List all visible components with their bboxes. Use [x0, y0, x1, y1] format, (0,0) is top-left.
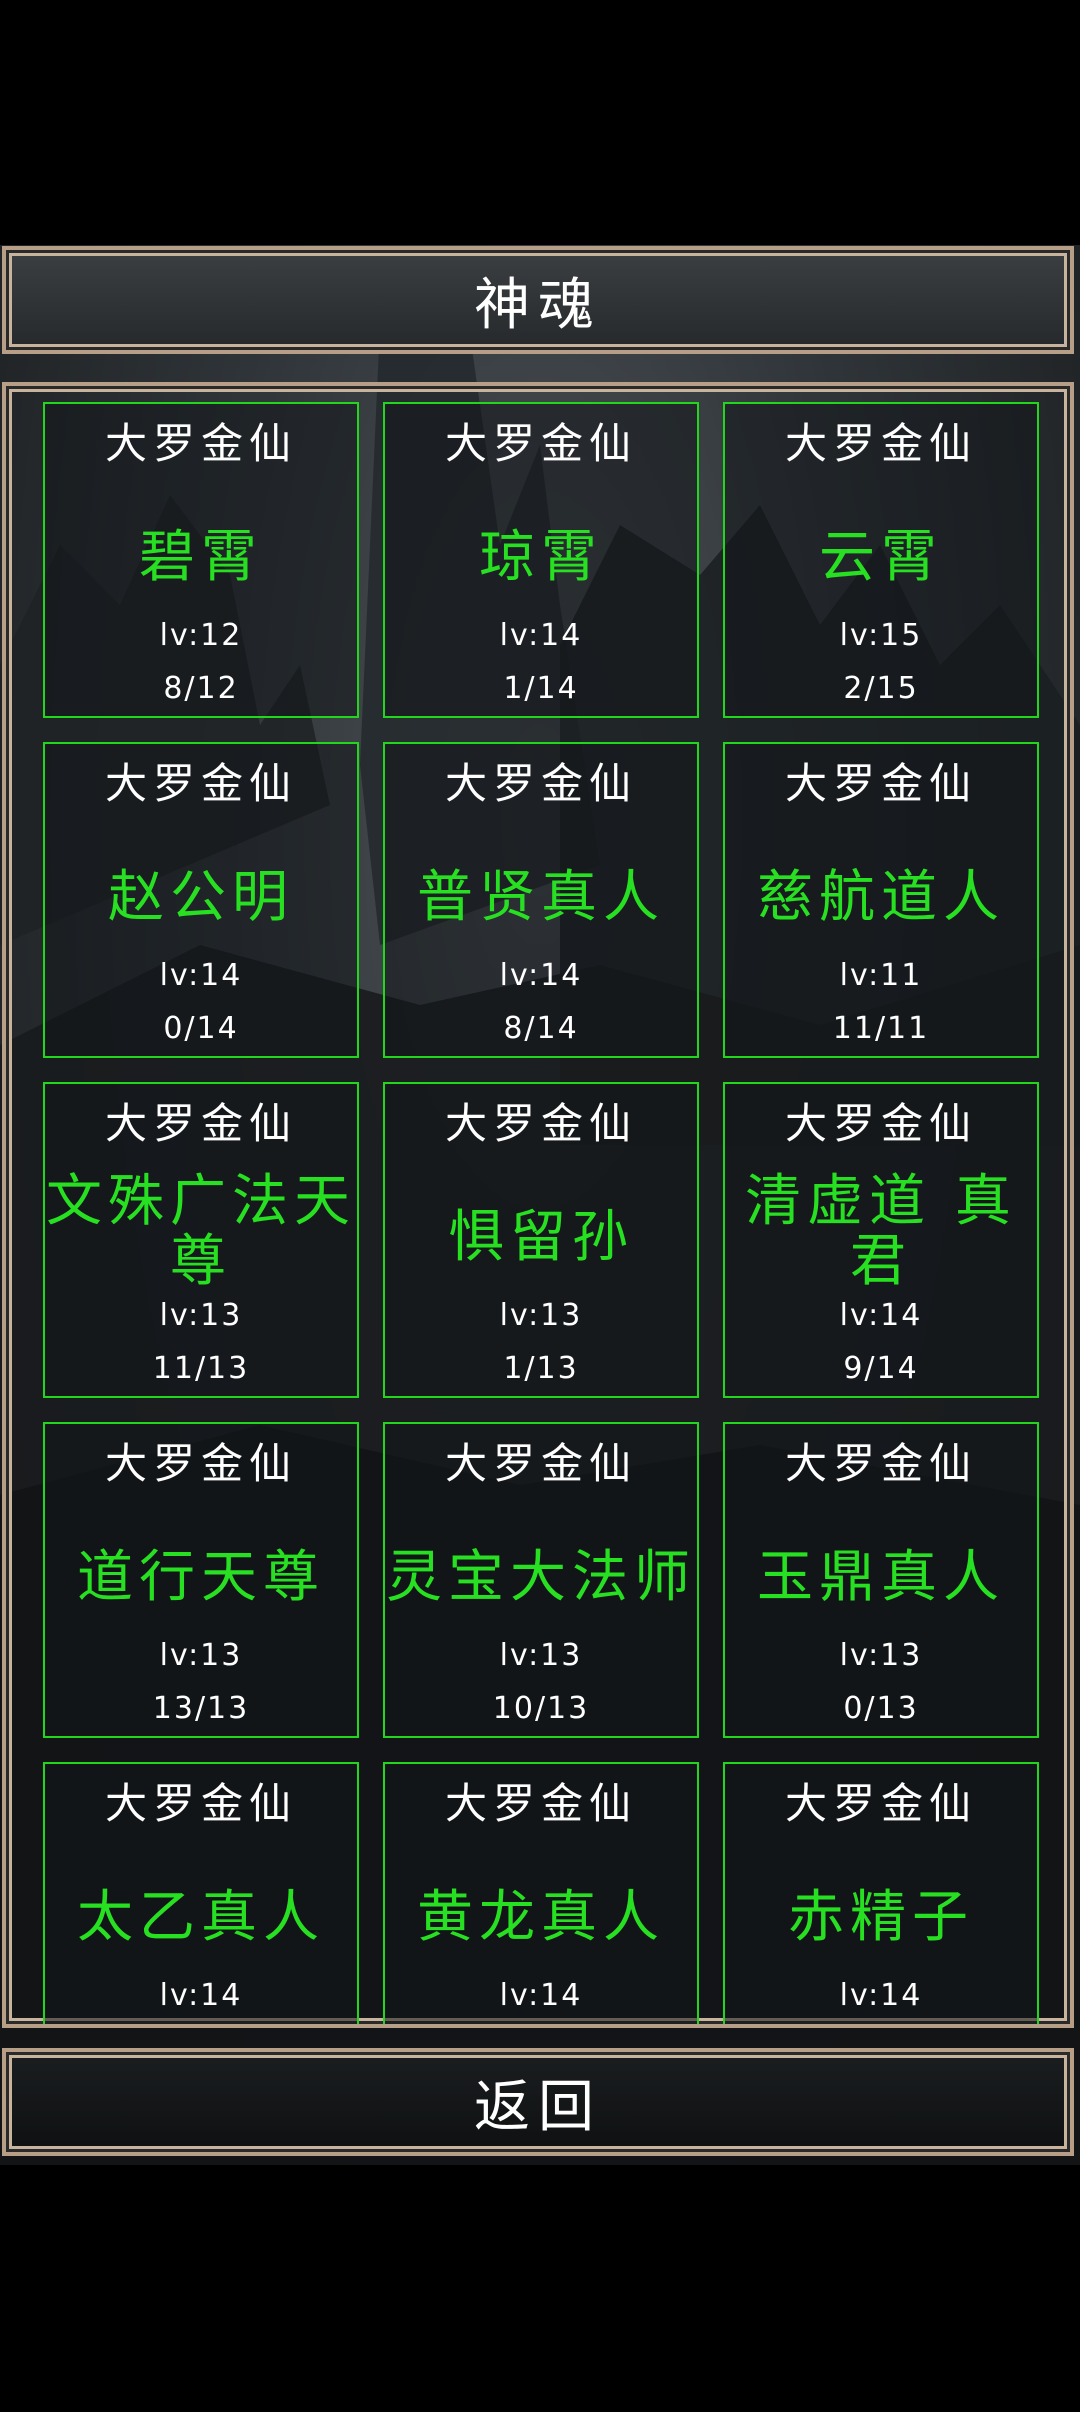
card-count: 8/14: [503, 1011, 579, 1046]
card-name: 玉鼎真人: [757, 1545, 1005, 1610]
card-level: lv:14: [839, 1298, 923, 1333]
card-level: lv:13: [499, 1298, 583, 1333]
card-name: 碧霄: [139, 525, 263, 590]
card-name: 太乙真人: [77, 1885, 325, 1950]
card-name: 黄龙真人: [417, 1885, 665, 1950]
card-rank: 大罗金仙: [444, 759, 637, 808]
card-name: 云霄: [819, 525, 943, 590]
soul-card-grid: 大罗金仙 碧霄 lv:12 8/12 大罗金仙 琼霄 lv:14 1/14 大罗金仙 云霄 lv:1…: [6, 386, 1070, 2024]
soul-card[interactable]: 大罗金仙灵宝大法师 lv:13 10/13: [383, 1422, 699, 1738]
soul-card[interactable]: 大罗金仙太乙真人 lv:14: [43, 1762, 359, 2024]
card-level: lv:11: [839, 958, 923, 993]
card-name: 赵公明: [108, 865, 294, 930]
card-rank: 大罗金仙: [444, 419, 637, 468]
card-rank: 大罗金仙: [104, 1779, 297, 1828]
card-count: 8/12: [163, 671, 239, 706]
card-name: 清虚道 真君: [745, 1169, 1017, 1294]
soul-card[interactable]: 大罗金仙惧留孙 lv:13 1/13: [383, 1082, 699, 1398]
card-name: 惧留孙: [448, 1205, 634, 1270]
card-level: lv:14: [839, 1978, 923, 2013]
soul-card[interactable]: 大罗金仙赤精子 lv:14: [723, 1762, 1039, 2024]
card-level: lv:12: [159, 618, 243, 653]
card-count: 13/13: [152, 1691, 250, 1726]
page-title: 神魂: [474, 272, 602, 338]
card-name: 文殊广法天尊: [46, 1169, 356, 1294]
card-rank: 大罗金仙: [784, 759, 977, 808]
soul-card[interactable]: 大罗金仙云霄 lv:15 2/15: [723, 402, 1039, 718]
card-rank: 大罗金仙: [444, 1439, 637, 1488]
card-count: 0/13: [843, 1691, 919, 1726]
card-rank: 大罗金仙: [444, 1099, 637, 1148]
card-count: 11/13: [152, 1351, 250, 1386]
card-name: 道行天尊: [77, 1545, 325, 1610]
card-name: 赤精子: [788, 1885, 974, 1950]
back-button[interactable]: 返回: [2, 2048, 1074, 2156]
soul-card-panel[interactable]: 大罗金仙 碧霄 lv:12 8/12 大罗金仙 琼霄 lv:14 1/14 大罗金仙 云霄 lv:1…: [2, 382, 1074, 2028]
soul-card[interactable]: 大罗金仙慈航道人 lv:11 11/11: [723, 742, 1039, 1058]
soul-card[interactable]: 大罗金仙赵公明 lv:14 0/14: [43, 742, 359, 1058]
card-level: lv:13: [499, 1638, 583, 1673]
soul-card[interactable]: 大罗金仙黄龙真人 lv:14: [383, 1762, 699, 2024]
card-level: lv:14: [159, 958, 243, 993]
card-name: 琼霄: [479, 525, 603, 590]
card-count: 1/14: [503, 671, 579, 706]
card-rank: 大罗金仙: [784, 419, 977, 468]
soul-card[interactable]: 大罗金仙文殊广法天尊 lv:13 11/13: [43, 1082, 359, 1398]
card-count: 10/13: [492, 1691, 590, 1726]
title-bar: 神魂: [2, 246, 1074, 354]
card-level: lv:14: [159, 1978, 243, 2013]
card-count: 9/14: [843, 1351, 919, 1386]
soul-card[interactable]: 大罗金仙琼霄 lv:14 1/14: [383, 402, 699, 718]
card-name: 慈航道人: [757, 865, 1005, 930]
card-rank: 大罗金仙: [104, 419, 297, 468]
card-level: lv:15: [839, 618, 923, 653]
card-level: lv:13: [159, 1298, 243, 1333]
card-count: 2/15: [843, 671, 919, 706]
card-rank: 大罗金仙: [784, 1779, 977, 1828]
card-rank: 大罗金仙: [784, 1439, 977, 1488]
card-rank: 大罗金仙: [784, 1099, 977, 1148]
card-level: lv:14: [499, 618, 583, 653]
card-level: lv:14: [499, 1978, 583, 2013]
soul-card[interactable]: 大罗金仙道行天尊 lv:13 13/13: [43, 1422, 359, 1738]
card-level: lv:14: [499, 958, 583, 993]
card-count: 1/13: [503, 1351, 579, 1386]
card-rank: 大罗金仙: [104, 1099, 297, 1148]
card-rank: 大罗金仙: [104, 1439, 297, 1488]
soul-card[interactable]: 大罗金仙碧霄 lv:12 8/12: [43, 402, 359, 718]
card-rank: 大罗金仙: [444, 1779, 637, 1828]
card-count: 11/11: [832, 1011, 930, 1046]
soul-card[interactable]: 大罗金仙普贤真人 lv:14 8/14: [383, 742, 699, 1058]
card-level: lv:13: [159, 1638, 243, 1673]
card-count: 0/14: [163, 1011, 239, 1046]
card-name: 普贤真人: [417, 865, 665, 930]
card-rank: 大罗金仙: [104, 759, 297, 808]
soul-card[interactable]: 大罗金仙玉鼎真人 lv:13 0/13: [723, 1422, 1039, 1738]
back-button-label: 返回: [474, 2074, 602, 2140]
card-level: lv:13: [839, 1638, 923, 1673]
soul-card[interactable]: 大罗金仙清虚道 真君 lv:14 9/14: [723, 1082, 1039, 1398]
card-name: 灵宝大法师: [386, 1545, 696, 1610]
